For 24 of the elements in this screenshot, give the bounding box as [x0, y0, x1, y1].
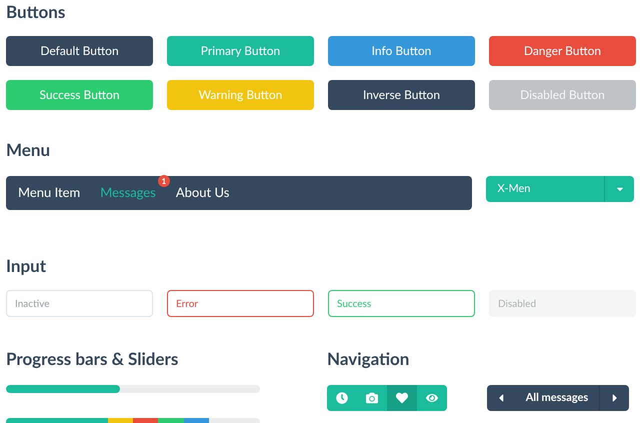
menu-item[interactable]: Messages — [100, 183, 156, 203]
button[interactable]: Info Button — [328, 36, 475, 66]
count-badge: 1 — [158, 175, 170, 188]
section-heading: Progress bars & Sliders — [6, 347, 178, 371]
menu-item[interactable]: Menu Item — [18, 183, 80, 203]
button[interactable]: Danger Button — [489, 36, 636, 66]
heart-icon — [396, 392, 408, 404]
input-field[interactable]: Success — [328, 290, 475, 317]
button[interactable]: Primary Button — [167, 36, 314, 66]
button[interactable]: Inverse Button — [328, 80, 475, 110]
section-heading: Input — [6, 254, 46, 278]
icon-tab[interactable] — [387, 385, 417, 411]
camera-icon — [366, 392, 378, 404]
eye-icon — [426, 392, 438, 404]
section-heading: Buttons — [6, 0, 66, 24]
button[interactable]: Default Button — [6, 36, 153, 66]
menu-item[interactable]: About Us — [176, 183, 230, 203]
clock-icon — [336, 392, 348, 404]
dropdown[interactable]: X-Men — [486, 176, 634, 202]
section-heading: Navigation — [327, 347, 410, 371]
input-field[interactable]: Error — [167, 290, 314, 317]
button[interactable]: Success Button — [6, 80, 153, 110]
pager-label: All messages — [524, 390, 590, 406]
section-heading: Menu — [6, 138, 50, 162]
